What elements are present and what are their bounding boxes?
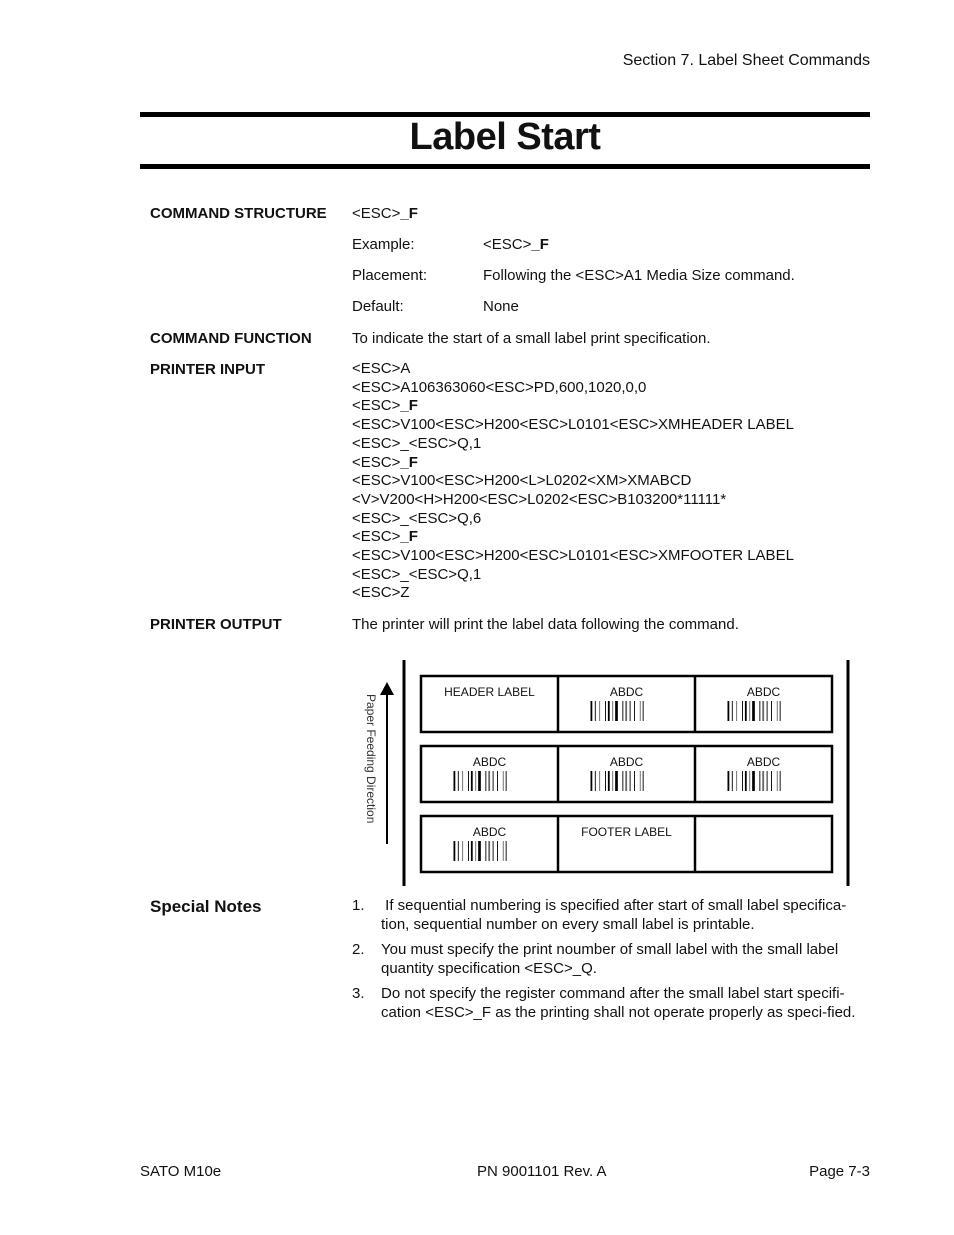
page-title: Label Start	[409, 116, 601, 158]
default-key: Default:	[352, 298, 404, 315]
label-text: FOOTER LABEL	[581, 825, 672, 839]
label-text: ABDC	[747, 755, 781, 769]
command-function-label: COMMAND FUNCTION	[150, 330, 312, 347]
label-text: ABDC	[610, 685, 644, 699]
label-text: ABDC	[747, 685, 781, 699]
barcode-icon	[727, 771, 781, 791]
footer-part-number: PN 9001101 Rev. A	[477, 1163, 607, 1180]
command-structure-label: COMMAND STRUCTURE	[150, 205, 327, 222]
code-line: <ESC>_<ESC>Q,1	[352, 565, 482, 583]
barcode-icon	[453, 841, 507, 861]
note-item: 1. If sequential numbering is specified …	[352, 897, 847, 933]
command-code: _F	[400, 205, 418, 222]
label-text: HEADER LABEL	[444, 685, 535, 699]
barcode-icon	[590, 771, 644, 791]
default-value: None	[483, 298, 519, 315]
label-text: ABDC	[473, 825, 507, 839]
label-sheet-diagram: Paper Feeding Direction HEADER LABEL ABDC…	[364, 660, 850, 886]
note-item: 2. You must specify the print noumber of …	[352, 941, 839, 977]
printer-output-text: The printer will print the label data fo…	[352, 616, 739, 633]
example-key: Example:	[352, 236, 415, 253]
code-line: <ESC>_F	[352, 528, 418, 546]
command-structure-value: <ESC>_F	[352, 205, 418, 222]
printer-input-code: <ESC>A <ESC>A106363060<ESC>PD,600,1020,0…	[352, 360, 794, 603]
example-command: _F	[531, 236, 549, 253]
example-value: <ESC>_F	[483, 236, 549, 253]
command-prefix: <ESC>	[352, 205, 401, 222]
code-line: <ESC>A	[352, 360, 411, 377]
printer-output-label: PRINTER OUTPUT	[150, 616, 282, 633]
footer-page-number: Page 7-3	[809, 1163, 870, 1180]
footer-product: SATO M10e	[140, 1163, 222, 1180]
barcode-icon	[727, 701, 781, 721]
code-line: <ESC>_F	[352, 453, 418, 471]
example-prefix: <ESC>	[483, 236, 532, 253]
code-line: <ESC>_F	[352, 397, 418, 415]
note-item: 3. Do not specify the register command af…	[352, 985, 856, 1021]
placement-key: Placement:	[352, 267, 428, 284]
printer-input-label: PRINTER INPUT	[150, 361, 266, 378]
paper-feeding-direction-label: Paper Feeding Direction	[364, 694, 378, 823]
barcode-icon	[453, 771, 507, 791]
section-header: Section 7. Label Sheet Commands	[622, 52, 870, 69]
special-notes-list: 1. If sequential numbering is specified …	[352, 896, 872, 1028]
placement-value: Following the <ESC>A1 Media Size command…	[483, 267, 795, 284]
code-line: <ESC>_<ESC>Q,1	[352, 434, 482, 452]
code-line: <ESC>Z	[352, 584, 410, 602]
code-line: <ESC>A106363060<ESC>PD,600,1020,0,0	[352, 378, 647, 396]
special-notes-label: Special Notes	[150, 897, 262, 916]
label-text: ABDC	[473, 755, 507, 769]
label-text: ABDC	[610, 755, 644, 769]
code-line: <ESC>V100<ESC>H200<L>L0202<XM>XMABCD	[352, 472, 692, 490]
code-line: <ESC>V100<ESC>H200<ESC>L0101<ESC>XMFOOTE…	[352, 547, 794, 565]
code-line: <ESC>V100<ESC>H200<ESC>L0101<ESC>XMHEADE…	[352, 416, 794, 434]
barcode-icon	[590, 701, 644, 721]
command-function-text: To indicate the start of a small label p…	[352, 330, 711, 347]
code-line: <V>V200<H>H200<ESC>L0202<ESC>B103200*111…	[352, 490, 727, 508]
title-rule-bottom	[140, 164, 870, 169]
arrow-up-icon	[380, 682, 394, 844]
code-line: <ESC>_<ESC>Q,6	[352, 509, 482, 527]
